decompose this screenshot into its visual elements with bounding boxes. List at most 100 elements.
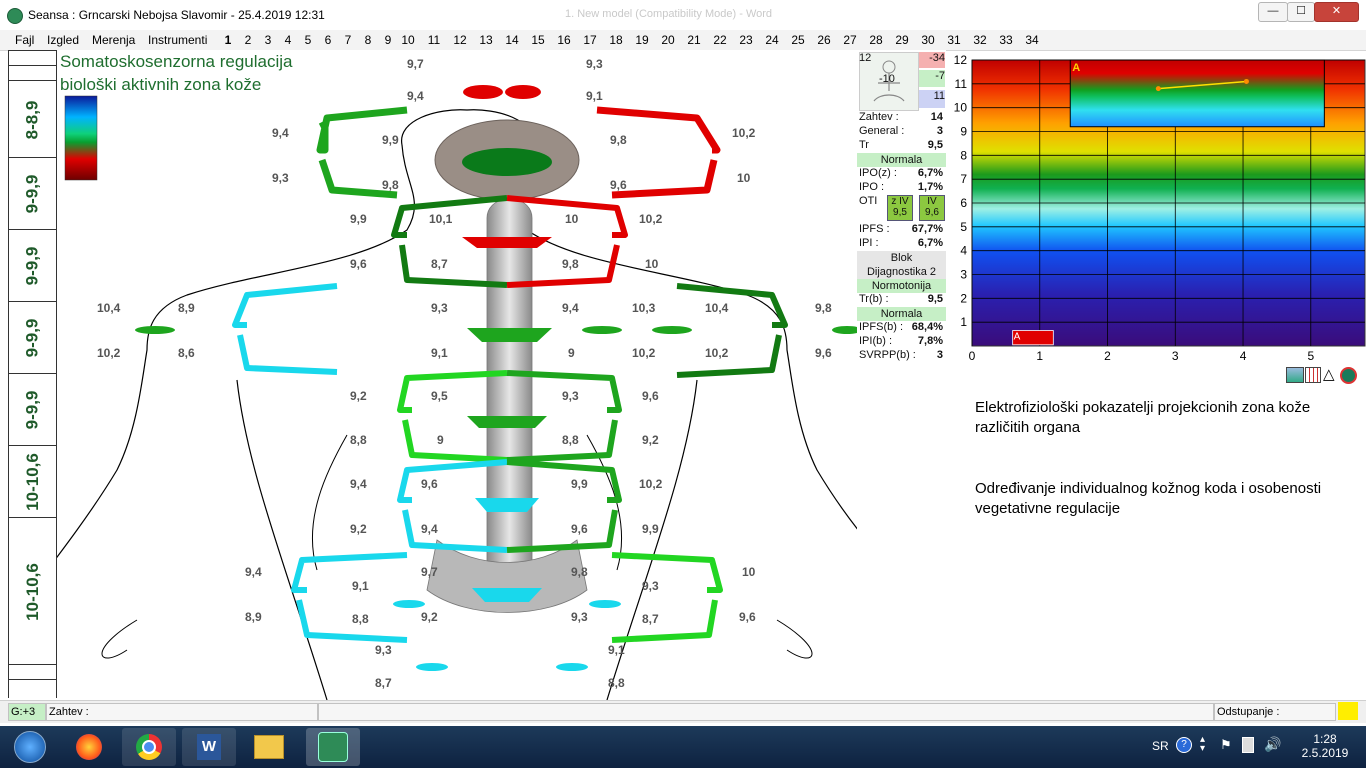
tab-10[interactable]: 10 (398, 33, 418, 47)
info-value: 68,4% (911, 321, 943, 333)
zone-value-label: 9,8 (571, 565, 588, 579)
flag-icon[interactable]: ⚑ (1220, 737, 1232, 753)
tab-4[interactable]: 4 (278, 33, 298, 47)
minimize-button[interactable]: — (1258, 2, 1288, 22)
heading-line-2: biološki aktivnih zona kože (60, 75, 262, 94)
zone-value-label: 9,4 (407, 89, 424, 103)
tab-7[interactable]: 7 (338, 33, 358, 47)
tab-29[interactable]: 29 (892, 33, 912, 47)
oti-value: 9,6 (925, 207, 939, 218)
tab-34[interactable]: 34 (1022, 33, 1042, 47)
tab-12[interactable]: 12 (450, 33, 470, 47)
tab-6[interactable]: 6 (318, 33, 338, 47)
tab-26[interactable]: 26 (814, 33, 834, 47)
menu-izgled[interactable]: Izgled (47, 33, 79, 47)
zone-value-label: 9,6 (642, 389, 659, 403)
top-value-2: -34 (919, 52, 945, 68)
zone-value-label: 8,7 (642, 612, 659, 626)
chart-ytick-label: 9 (960, 125, 967, 139)
tab-27[interactable]: 27 (840, 33, 860, 47)
file-explorer-icon[interactable] (242, 728, 296, 766)
tab-20[interactable]: 20 (658, 33, 678, 47)
zone-value-label: 10,1 (429, 212, 453, 226)
start-button[interactable] (2, 728, 58, 766)
tab-21[interactable]: 21 (684, 33, 704, 47)
chart-grid-icon[interactable] (1305, 367, 1321, 383)
zone-value-label: 9,6 (571, 522, 588, 536)
tab-5[interactable]: 5 (298, 33, 318, 47)
maximize-button[interactable]: ☐ (1287, 2, 1315, 22)
tab-9[interactable]: 9 (378, 33, 398, 47)
tab-15[interactable]: 15 (528, 33, 548, 47)
tab-28[interactable]: 28 (866, 33, 886, 47)
zone-value-label: 9,4 (350, 477, 367, 491)
info-key: Tr(b) : (859, 293, 889, 305)
app-taskbar-icon[interactable] (306, 728, 360, 766)
tab-17[interactable]: 17 (580, 33, 600, 47)
word-icon[interactable]: W (182, 728, 236, 766)
chrome-icon[interactable] (122, 728, 176, 766)
odstupanje-indicator (1338, 702, 1358, 720)
tab-19[interactable]: 19 (632, 33, 652, 47)
code-cell: 8-8,9 (9, 80, 56, 158)
menu-merenja[interactable]: Merenja (92, 33, 135, 47)
tab-2[interactable]: 2 (238, 33, 258, 47)
info-key: OTI (859, 195, 878, 207)
zone-value-label: 9,4 (272, 126, 289, 140)
firefox-icon[interactable] (62, 728, 116, 766)
zone-value-label: 10,3 (632, 301, 656, 315)
tab-3[interactable]: 3 (258, 33, 278, 47)
help-icon[interactable]: ? (1176, 737, 1192, 753)
zone-value-label: 10,2 (705, 346, 729, 360)
tab-33[interactable]: 33 (996, 33, 1016, 47)
clock[interactable]: 1:28 2.5.2019 (1300, 732, 1350, 760)
triangle-icon[interactable]: △ (1323, 365, 1335, 383)
close-button[interactable]: ✕ (1314, 2, 1359, 22)
chart-view-icon[interactable] (1286, 367, 1304, 383)
code-cell: 9-9,9 (9, 157, 56, 230)
tray-expand-icon[interactable]: ▴ ▾ (1200, 735, 1205, 754)
code-cell-empty (9, 50, 56, 66)
code-label: 10-10,6 (22, 562, 42, 621)
tab-8[interactable]: 8 (358, 33, 378, 47)
zone-value-label: 9,6 (421, 477, 438, 491)
app-icon (7, 8, 23, 24)
tab-32[interactable]: 32 (970, 33, 990, 47)
chart-ytick-label: 11 (955, 77, 968, 91)
tab-1[interactable]: 1 (218, 33, 238, 47)
zone-mid-right-1 (582, 326, 622, 334)
oti-label: IV (927, 196, 937, 207)
top-value-1: 12 (859, 52, 872, 64)
tab-24[interactable]: 24 (762, 33, 782, 47)
status-bar: G:+3 Zahtev : Odstupanje : (0, 700, 1366, 723)
clock-time: 1:28 (1313, 732, 1337, 746)
info-value: 9,5 (927, 139, 943, 151)
zone-value-label: 9,2 (350, 522, 367, 536)
volume-icon[interactable]: 🔊 (1264, 736, 1281, 753)
menu-fajl[interactable]: Fajl (15, 33, 34, 47)
menu-instrumenti[interactable]: Instrumenti (148, 33, 207, 47)
network-icon[interactable] (1242, 737, 1254, 753)
code-label: 9-9,9 (22, 246, 42, 286)
tab-11[interactable]: 11 (424, 33, 444, 47)
tab-14[interactable]: 14 (502, 33, 522, 47)
record-icon[interactable] (1340, 367, 1357, 384)
chart-ytick-label: 10 (954, 101, 968, 115)
tab-25[interactable]: 25 (788, 33, 808, 47)
zone-value-label: 9,9 (642, 522, 659, 536)
tab-31[interactable]: 31 (944, 33, 964, 47)
language-indicator[interactable]: SR (1152, 739, 1169, 753)
tab-30[interactable]: 30 (918, 33, 938, 47)
code-cell-empty (9, 664, 56, 680)
tab-18[interactable]: 18 (606, 33, 626, 47)
chart-inset-label: A (1072, 62, 1080, 74)
info-key: IPI(b) : (859, 335, 893, 347)
tab-16[interactable]: 16 (554, 33, 574, 47)
chart-xtick-label: 0 (969, 349, 976, 363)
chart-ytick-label: 4 (960, 244, 967, 258)
tab-13[interactable]: 13 (476, 33, 496, 47)
tab-22[interactable]: 22 (710, 33, 730, 47)
info-row: Zahtev : 14 (859, 111, 944, 125)
code-label: 10-10,6 (22, 453, 42, 511)
tab-23[interactable]: 23 (736, 33, 756, 47)
